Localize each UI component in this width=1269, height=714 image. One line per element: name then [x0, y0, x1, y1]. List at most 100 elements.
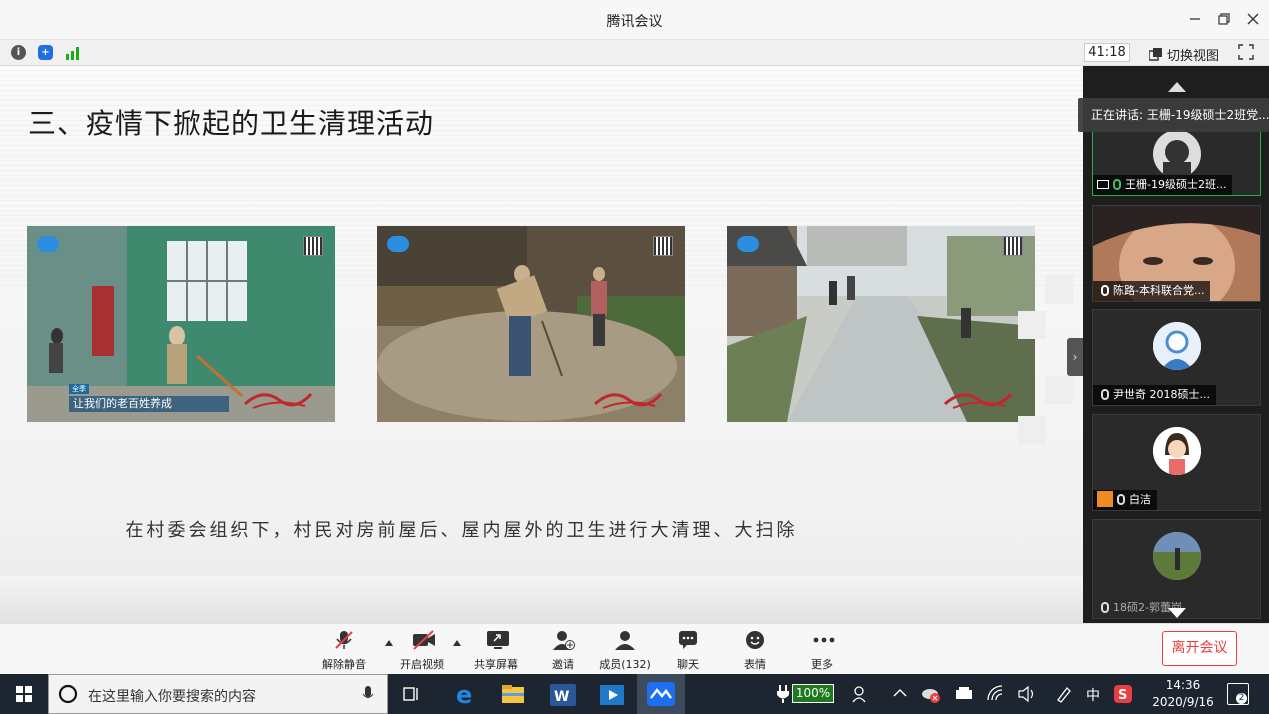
slide-title: 三、疫情下掀起的卫生清理活动	[28, 107, 435, 140]
screen-share-icon	[1097, 180, 1109, 189]
tv-logo-icon	[737, 236, 759, 252]
scroll-down-icon[interactable]	[1168, 608, 1186, 618]
participant-name: 白洁	[1093, 490, 1157, 510]
mic-muted-icon	[1101, 389, 1109, 400]
scroll-up-icon[interactable]	[1168, 82, 1186, 92]
video-player-icon[interactable]	[597, 680, 627, 708]
participant-tile[interactable]: 18硕2-郭蕾岗	[1092, 519, 1261, 619]
chevron-up-icon[interactable]	[893, 688, 907, 698]
notification-center-icon[interactable]: 2	[1227, 683, 1249, 705]
cloud-warning-icon[interactable]	[921, 684, 941, 704]
shared-screen: 三、疫情下掀起的卫生清理活动 全季 让我们的老百姓养成 在村委会组织下，村民对房…	[0, 66, 1083, 623]
info-icon[interactable]: i	[11, 45, 26, 60]
taskbar-search-box[interactable]: 在这里输入你要搜索的内容	[48, 674, 388, 714]
smile-icon	[745, 630, 765, 650]
participant-tile[interactable]: 白洁	[1092, 414, 1261, 511]
qr-code-icon	[1003, 236, 1023, 256]
switch-view-button[interactable]: 切换视图	[1167, 45, 1219, 64]
tencent-meeting-taskbar-item[interactable]	[637, 674, 685, 714]
power-plug-icon	[777, 685, 789, 703]
wifi-icon[interactable]	[986, 684, 1004, 702]
minimize-icon[interactable]	[1184, 8, 1206, 30]
calligraphy-watermark-icon	[244, 392, 313, 409]
mic-icon	[1101, 285, 1109, 296]
switch-view-icon[interactable]	[1148, 46, 1163, 61]
device-icon[interactable]	[955, 686, 973, 702]
title-bar: 腾讯会议	[0, 0, 1269, 40]
photo-sweeping-house: 全季 让我们的老百姓养成	[27, 226, 335, 422]
pen-icon[interactable]	[1055, 685, 1073, 703]
mic-active-icon	[1113, 179, 1121, 190]
meeting-toolbar: 解除静音 开启视频 共享屏幕 邀请 成员(132) 聊天 表情 更多 离开会议	[0, 623, 1269, 674]
members-button[interactable]: 成员(132)	[595, 630, 655, 672]
people-icon[interactable]	[852, 685, 870, 703]
invite-button[interactable]: 邀请	[533, 630, 593, 672]
participant-name: 陈路-本科联合党...	[1093, 281, 1211, 301]
chat-button[interactable]: 聊天	[658, 630, 718, 672]
cortana-icon	[58, 684, 78, 704]
mic-muted-icon	[1101, 602, 1109, 613]
slide-subtitle: 在村委会组织下，村民对房前屋后、屋内屋外的卫生进行大清理、大扫除	[125, 520, 798, 541]
share-screen-button[interactable]: 共享屏幕	[466, 630, 526, 672]
camera-off-icon	[412, 630, 435, 650]
voice-search-icon[interactable]	[362, 686, 374, 704]
clock-time: 14:36	[1165, 678, 1201, 692]
windows-start-icon[interactable]	[0, 674, 48, 714]
fullscreen-icon[interactable]	[1238, 44, 1254, 60]
decor-square	[1018, 311, 1046, 339]
chat-icon	[678, 630, 698, 650]
video-panel: 王栅-19级硕士2班... 陈路-本科联合党... 尹世奇 2018硕士...	[1083, 66, 1269, 623]
participant-name: 尹世奇 2018硕士...	[1093, 385, 1216, 405]
speaking-indicator: 正在讲话: 王栅-19级硕士2班党...	[1078, 98, 1269, 132]
system-clock[interactable]: 14:36 2020/9/16	[1144, 677, 1222, 711]
notification-count: 2	[1236, 693, 1247, 704]
host-badge-icon	[1097, 491, 1113, 507]
photo-tag: 全季	[69, 384, 89, 394]
shield-icon[interactable]: +	[38, 45, 53, 60]
os-taskbar: 在这里输入你要搜索的内容 e W 100% 中 S 14:36 2020/9/1…	[0, 674, 1269, 714]
leave-meeting-button[interactable]: 离开会议	[1162, 631, 1237, 666]
signal-icon[interactable]	[66, 45, 82, 60]
mic-muted-icon	[334, 630, 354, 650]
tv-logo-icon	[387, 236, 409, 252]
more-button[interactable]: 更多	[792, 630, 852, 672]
ime-indicator[interactable]: 中	[1086, 685, 1100, 705]
photo-caption: 让我们的老百姓养成	[69, 396, 229, 412]
decor-square	[1045, 376, 1073, 404]
battery-indicator[interactable]: 100%	[792, 684, 834, 703]
participant-tile[interactable]: 王栅-19级硕士2班...	[1092, 129, 1261, 196]
avatar	[1153, 130, 1201, 178]
participant-name: 王栅-19级硕士2班...	[1093, 175, 1233, 195]
restore-icon[interactable]	[1213, 8, 1235, 30]
file-explorer-icon[interactable]	[498, 680, 528, 708]
close-icon[interactable]	[1242, 8, 1264, 30]
decor-square	[1045, 276, 1073, 304]
app-title: 腾讯会议	[606, 14, 663, 30]
reactions-button[interactable]: 表情	[725, 630, 785, 672]
task-view-icon[interactable]	[397, 680, 427, 708]
unmute-button[interactable]: 解除静音	[314, 630, 374, 672]
qr-code-icon	[653, 236, 673, 256]
avatar	[1153, 532, 1201, 580]
svg-text:e: e	[456, 681, 472, 708]
mic-muted-icon	[1117, 494, 1125, 505]
volume-icon[interactable]	[1017, 685, 1037, 703]
clock-date: 2020/9/16	[1152, 695, 1214, 709]
edge-icon[interactable]: e	[450, 680, 480, 709]
collapse-panel-button[interactable]: ›	[1067, 338, 1083, 376]
meeting-timer: 41:18	[1084, 43, 1130, 62]
decor-square	[1018, 416, 1046, 444]
calligraphy-watermark-icon	[594, 392, 663, 409]
start-video-button[interactable]: 开启视频	[392, 630, 452, 672]
video-options-caret[interactable]	[453, 640, 461, 646]
participant-tile[interactable]: 尹世奇 2018硕士...	[1092, 309, 1261, 406]
word-icon[interactable]: W	[548, 680, 578, 708]
qr-code-icon	[303, 236, 323, 256]
sogou-ime-icon[interactable]: S	[1113, 684, 1133, 704]
members-icon	[615, 630, 635, 650]
photo-village-lane	[727, 226, 1035, 422]
calligraphy-watermark-icon	[944, 392, 1013, 409]
meeting-window: 腾讯会议 i + 41:18 切换视图 三、疫情下掀起的卫生清理活动 全季 让我…	[0, 0, 1269, 714]
more-icon	[812, 630, 835, 650]
participant-tile[interactable]: 陈路-本科联合党...	[1092, 205, 1261, 302]
